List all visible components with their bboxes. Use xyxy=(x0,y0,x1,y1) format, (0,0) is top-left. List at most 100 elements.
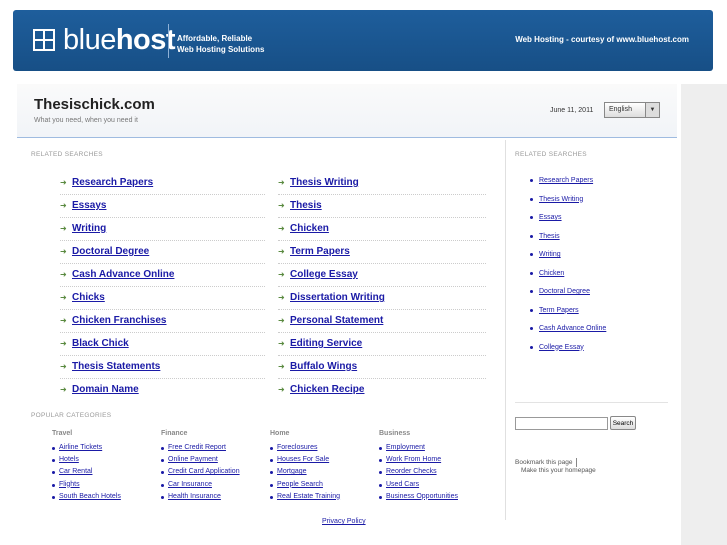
related-link[interactable]: Editing Service xyxy=(290,338,362,349)
side-link[interactable]: Chicken xyxy=(539,270,564,277)
bullet-icon xyxy=(52,495,55,499)
related-link[interactable]: Writing xyxy=(72,223,106,234)
bullet-icon xyxy=(379,447,382,450)
bluehost-wordmark: bluehost xyxy=(63,24,176,56)
arrow-right-icon: ➜ xyxy=(278,247,285,256)
bullet-icon xyxy=(52,471,55,475)
list-item: ➜ Domain Name xyxy=(60,379,265,401)
related-link[interactable]: Chicken xyxy=(290,223,329,234)
related-link[interactable]: Dissertation Writing xyxy=(290,292,385,303)
category-link[interactable]: Used Cars xyxy=(386,481,419,488)
related-link[interactable]: Thesis Statements xyxy=(72,361,160,372)
side-link[interactable]: Doctoral Degree xyxy=(539,288,590,295)
bluehost-logo[interactable]: bluehost xyxy=(33,24,176,56)
arrow-right-icon: ➜ xyxy=(60,316,67,325)
category-link[interactable]: Health Insurance xyxy=(168,493,221,500)
side-link[interactable]: Essays xyxy=(539,214,562,221)
language-select[interactable]: English ▼ xyxy=(604,102,660,118)
category-link[interactable]: Credit Card Application xyxy=(168,468,240,475)
category-link[interactable]: Real Estate Training xyxy=(277,493,340,500)
category-link[interactable]: Flights xyxy=(59,481,80,488)
related-link[interactable]: Personal Statement xyxy=(290,315,383,326)
related-link[interactable]: Thesis Writing xyxy=(290,177,359,188)
site-subtitle: What you need, when you need it xyxy=(34,117,138,124)
list-item: ➜ Dissertation Writing xyxy=(278,287,486,310)
related-link[interactable]: Black Chick xyxy=(72,338,129,349)
related-link[interactable]: Doctoral Degree xyxy=(72,246,149,257)
related-link[interactable]: Cash Advance Online xyxy=(72,269,174,280)
list-item: Flights xyxy=(52,481,162,493)
list-item: ➜ Research Papers xyxy=(60,172,265,195)
related-searches-label: RELATED SEARCHES xyxy=(31,151,103,158)
category-finance: Finance Free Credit Report Online Paymen… xyxy=(161,430,271,505)
category-link[interactable]: South Beach Hotels xyxy=(59,493,121,500)
bullet-icon xyxy=(530,197,533,201)
category-link[interactable]: Online Payment xyxy=(168,456,218,463)
bullet-icon xyxy=(530,327,533,330)
related-link[interactable]: College Essay xyxy=(290,269,358,280)
category-link[interactable]: Houses For Sale xyxy=(277,456,329,463)
bullet-icon xyxy=(161,459,164,463)
list-item: ➜ Black Chick xyxy=(60,333,265,356)
category-link[interactable]: Car Insurance xyxy=(168,481,212,488)
related-link[interactable]: Term Papers xyxy=(290,246,350,257)
side-link[interactable]: Term Papers xyxy=(539,307,579,314)
related-link[interactable]: Essays xyxy=(72,200,106,211)
side-link[interactable]: Cash Advance Online xyxy=(539,325,606,332)
category-link[interactable]: Airline Tickets xyxy=(59,444,102,451)
column-divider xyxy=(505,140,506,520)
related-link[interactable]: Thesis xyxy=(290,200,322,211)
category-link[interactable]: Employment xyxy=(386,444,425,451)
bullet-icon xyxy=(161,483,164,487)
category-link[interactable]: Free Credit Report xyxy=(168,444,226,451)
category-link[interactable]: People Search xyxy=(277,481,323,488)
bluehost-header: bluehost Affordable, Reliable Web Hostin… xyxy=(13,10,713,71)
related-link[interactable]: Chicks xyxy=(72,292,105,303)
bullet-icon xyxy=(161,495,164,499)
side-divider xyxy=(515,402,668,403)
side-link[interactable]: Research Papers xyxy=(539,177,593,184)
related-link[interactable]: Domain Name xyxy=(72,384,139,395)
category-link[interactable]: Business Opportunities xyxy=(386,493,458,500)
category-link[interactable]: Hotels xyxy=(59,456,79,463)
side-link[interactable]: Writing xyxy=(539,251,561,258)
list-item: ➜ Doctoral Degree xyxy=(60,241,265,264)
side-related-searches-label: RELATED SEARCHES xyxy=(515,151,587,158)
list-item: Work From Home xyxy=(379,456,489,468)
bookmark-text[interactable]: Bookmark this page xyxy=(515,459,572,466)
list-item: Car Insurance xyxy=(161,481,271,493)
chevron-down-icon[interactable]: ▼ xyxy=(645,103,659,117)
category-link[interactable]: Work From Home xyxy=(386,456,441,463)
arrow-right-icon: ➜ xyxy=(278,224,285,233)
bullet-icon xyxy=(270,495,273,499)
arrow-right-icon: ➜ xyxy=(278,293,285,302)
bullet-icon xyxy=(270,447,273,450)
brand-bold-text: host xyxy=(115,24,176,56)
search-input[interactable] xyxy=(515,417,608,430)
category-link[interactable]: Mortgage xyxy=(277,468,307,475)
side-link[interactable]: College Essay xyxy=(539,344,584,351)
search-button[interactable]: Search xyxy=(610,416,636,430)
related-links-left: ➜ Research Papers ➜ Essays ➜ Writing ➜ Docto… xyxy=(60,172,265,401)
bookmark-link[interactable]: Bookmark this page xyxy=(515,458,578,467)
bullet-icon xyxy=(270,471,273,475)
related-link[interactable]: Chicken Recipe xyxy=(290,384,364,395)
list-item: Foreclosures xyxy=(270,444,380,456)
side-link[interactable]: Thesis Writing xyxy=(539,196,583,203)
bullet-icon xyxy=(530,290,533,293)
homepage-link[interactable]: Make this your homepage xyxy=(521,467,596,474)
category-link[interactable]: Reorder Checks xyxy=(386,468,437,475)
arrow-right-icon: ➜ xyxy=(278,385,285,394)
related-link[interactable]: Chicken Franchises xyxy=(72,315,166,326)
list-item: ➜ Thesis Statements xyxy=(60,356,265,379)
category-link[interactable]: Car Rental xyxy=(59,468,92,475)
related-link[interactable]: Buffalo Wings xyxy=(290,361,357,372)
courtesy-text: Web Hosting - courtesy of www.bluehost.c… xyxy=(515,35,689,44)
list-item: ➜ College Essay xyxy=(278,264,486,287)
side-link[interactable]: Thesis xyxy=(539,233,560,240)
tagline-line2: Web Hosting Solutions xyxy=(177,45,265,54)
privacy-policy-link[interactable]: Privacy Policy xyxy=(322,518,366,525)
list-item: Free Credit Report xyxy=(161,444,271,456)
related-link[interactable]: Research Papers xyxy=(72,177,153,188)
category-link[interactable]: Foreclosures xyxy=(277,444,317,451)
